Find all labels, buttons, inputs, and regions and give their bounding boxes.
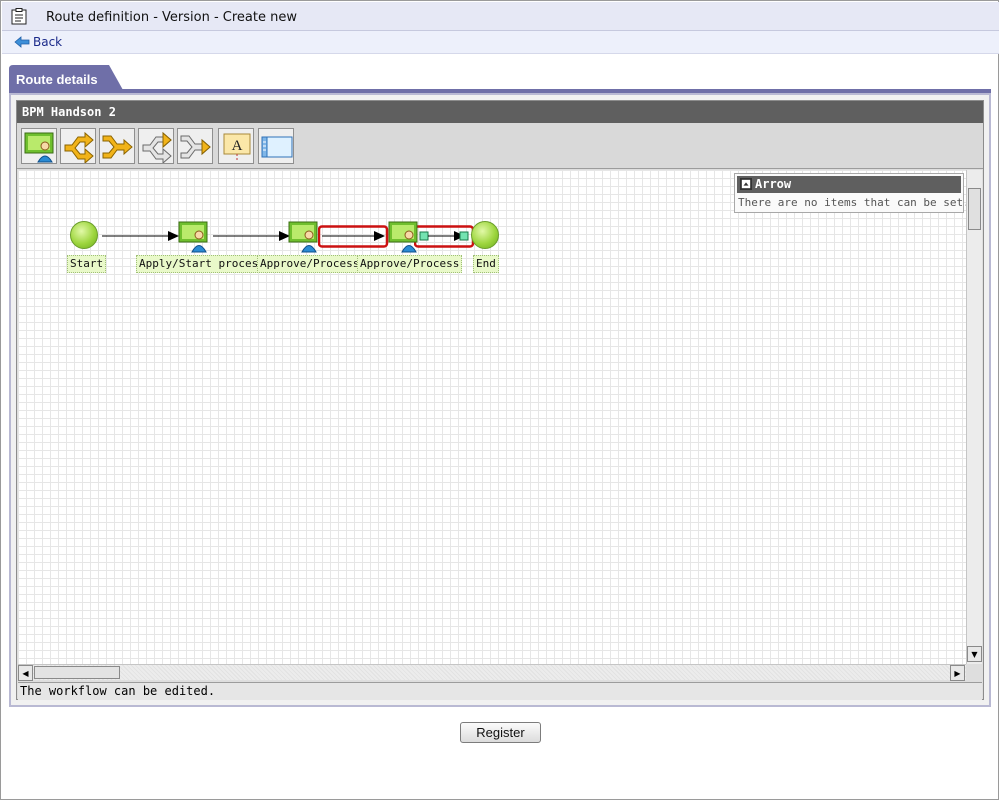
end-node[interactable] (471, 221, 499, 249)
tab-label: Route details (16, 72, 98, 87)
horizontal-scroll-thumb[interactable] (34, 666, 120, 679)
tab-route-details[interactable]: Route details (9, 65, 123, 90)
edge-start-to-apply[interactable] (102, 228, 180, 244)
register-button[interactable]: Register (460, 722, 541, 743)
editor: BPM Handson 2 A Start Apply/Start proces… (16, 100, 984, 700)
route-name-header: BPM Handson 2 (17, 101, 983, 123)
title-bar: Route definition - Version - Create new (2, 2, 999, 31)
route-details-panel: BPM Handson 2 A Start Apply/Start proces… (9, 93, 991, 707)
start-node[interactable] (70, 221, 98, 249)
vertical-scroll-thumb[interactable] (968, 188, 981, 230)
task-node-icon[interactable] (388, 221, 420, 253)
task-node-label: Approve/Process (357, 255, 463, 273)
end-node-label: End (473, 255, 499, 273)
task-node-icon[interactable] (288, 221, 320, 253)
task-node-label: Approve/Process (257, 255, 363, 273)
merge-icon (102, 135, 133, 159)
property-panel: Arrow There are no items that can be set… (734, 173, 966, 213)
task-node-icon (24, 132, 54, 163)
horizontal-scrollbar[interactable]: ◀ ▶ (18, 664, 966, 681)
add-merge-outline-tool-button[interactable] (177, 128, 213, 164)
scroll-down-button[interactable]: ▼ (967, 646, 982, 662)
scroll-right-button[interactable]: ▶ (950, 665, 965, 681)
property-panel-message: There are no items that can be set. (738, 196, 966, 209)
task-node-icon[interactable] (178, 221, 210, 253)
add-branch-tool-button[interactable] (60, 128, 96, 164)
branch-icon (64, 131, 94, 163)
back-link[interactable]: Back (14, 34, 62, 50)
add-text-tool-button[interactable]: A (218, 128, 254, 164)
back-label: Back (33, 35, 63, 49)
scroll-left-button[interactable]: ◀ (18, 665, 33, 681)
collapse-icon[interactable] (740, 178, 752, 190)
workflow-canvas[interactable]: Start Apply/Start process Approve/Proces (18, 170, 966, 664)
merge-outline-icon (180, 135, 211, 159)
text-label-icon: A (223, 133, 251, 162)
add-task-tool-button[interactable] (21, 128, 57, 164)
back-arrow-icon (14, 36, 30, 48)
editor-toolbar: A (17, 123, 983, 169)
window-frame: Route definition - Version - Create new … (0, 0, 999, 800)
add-merge-tool-button[interactable] (99, 128, 135, 164)
edge-approve2-to-end[interactable] (414, 225, 476, 249)
branch-outline-icon (142, 131, 172, 163)
add-panel-tool-button[interactable] (258, 128, 294, 164)
vertical-scrollbar[interactable]: ▼ (966, 170, 982, 664)
status-bar: The workflow can be edited. (18, 682, 982, 700)
nav-bar: Back (2, 31, 999, 54)
edge-approve1-to-approve2[interactable] (318, 225, 390, 249)
edge-apply-to-approve1[interactable] (213, 228, 291, 244)
page-title: Route definition - Version - Create new (46, 10, 297, 25)
start-node-label: Start (67, 255, 107, 273)
property-panel-title: Arrow (737, 176, 961, 193)
svg-text:A: A (232, 138, 243, 154)
clipboard-icon (11, 8, 27, 25)
panel-window-icon (261, 136, 293, 158)
add-branch-outline-tool-button[interactable] (138, 128, 174, 164)
task-node-label: Apply/Start process (136, 255, 268, 273)
